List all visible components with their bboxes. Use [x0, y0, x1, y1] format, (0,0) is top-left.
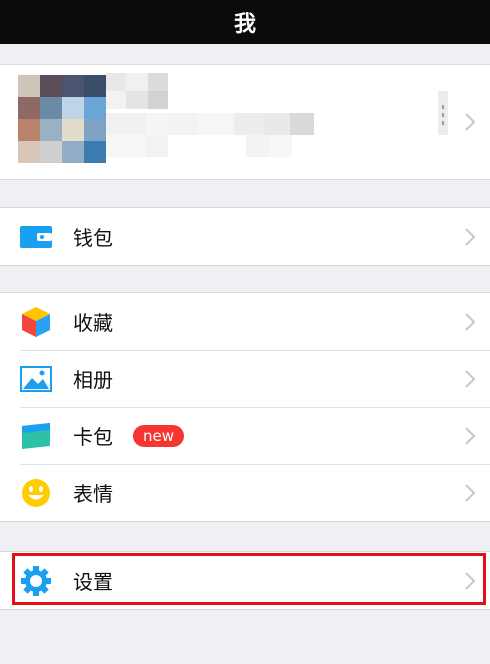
wallet-group: 钱包: [0, 207, 490, 266]
menu-item-stickers[interactable]: 表情: [0, 464, 490, 521]
nav-bar: 我: [0, 0, 490, 44]
menu-item-wallet[interactable]: 钱包: [0, 208, 490, 265]
chevron-right-icon: [465, 483, 476, 502]
blurred-name: [106, 73, 170, 109]
settings-highlight-box: [12, 553, 486, 605]
menu-item-favorites[interactable]: 收藏: [0, 293, 490, 350]
chevron-right-icon: [465, 312, 476, 331]
menu-item-cards[interactable]: 卡包 new: [0, 407, 490, 464]
new-badge: new: [133, 424, 185, 447]
qr-code-icon[interactable]: [438, 91, 448, 135]
wallet-icon: [20, 221, 52, 253]
menu-label-wallet: 钱包: [73, 226, 113, 250]
menu-item-album[interactable]: 相册: [0, 350, 490, 407]
menu-label-album: 相册: [73, 368, 113, 392]
page-title: 我: [233, 12, 256, 37]
menu-label-cards: 卡包: [73, 425, 113, 449]
chevron-right-icon: [465, 426, 476, 445]
smiley-face-icon: [20, 477, 52, 509]
blurred-id: [106, 113, 314, 157]
chevron-right-icon: [465, 369, 476, 388]
menu-label-favorites: 收藏: [73, 311, 113, 335]
chevron-right-icon: [465, 113, 476, 131]
avatar[interactable]: [18, 75, 106, 163]
features-group: 收藏 相册 卡包 new 表情: [0, 292, 490, 522]
profile-card[interactable]: [0, 64, 490, 180]
album-image-icon: [20, 363, 52, 395]
favorites-cube-icon: [20, 306, 52, 338]
menu-label-stickers: 表情: [73, 482, 113, 506]
cards-icon: [20, 420, 52, 452]
chevron-right-icon: [465, 227, 476, 246]
